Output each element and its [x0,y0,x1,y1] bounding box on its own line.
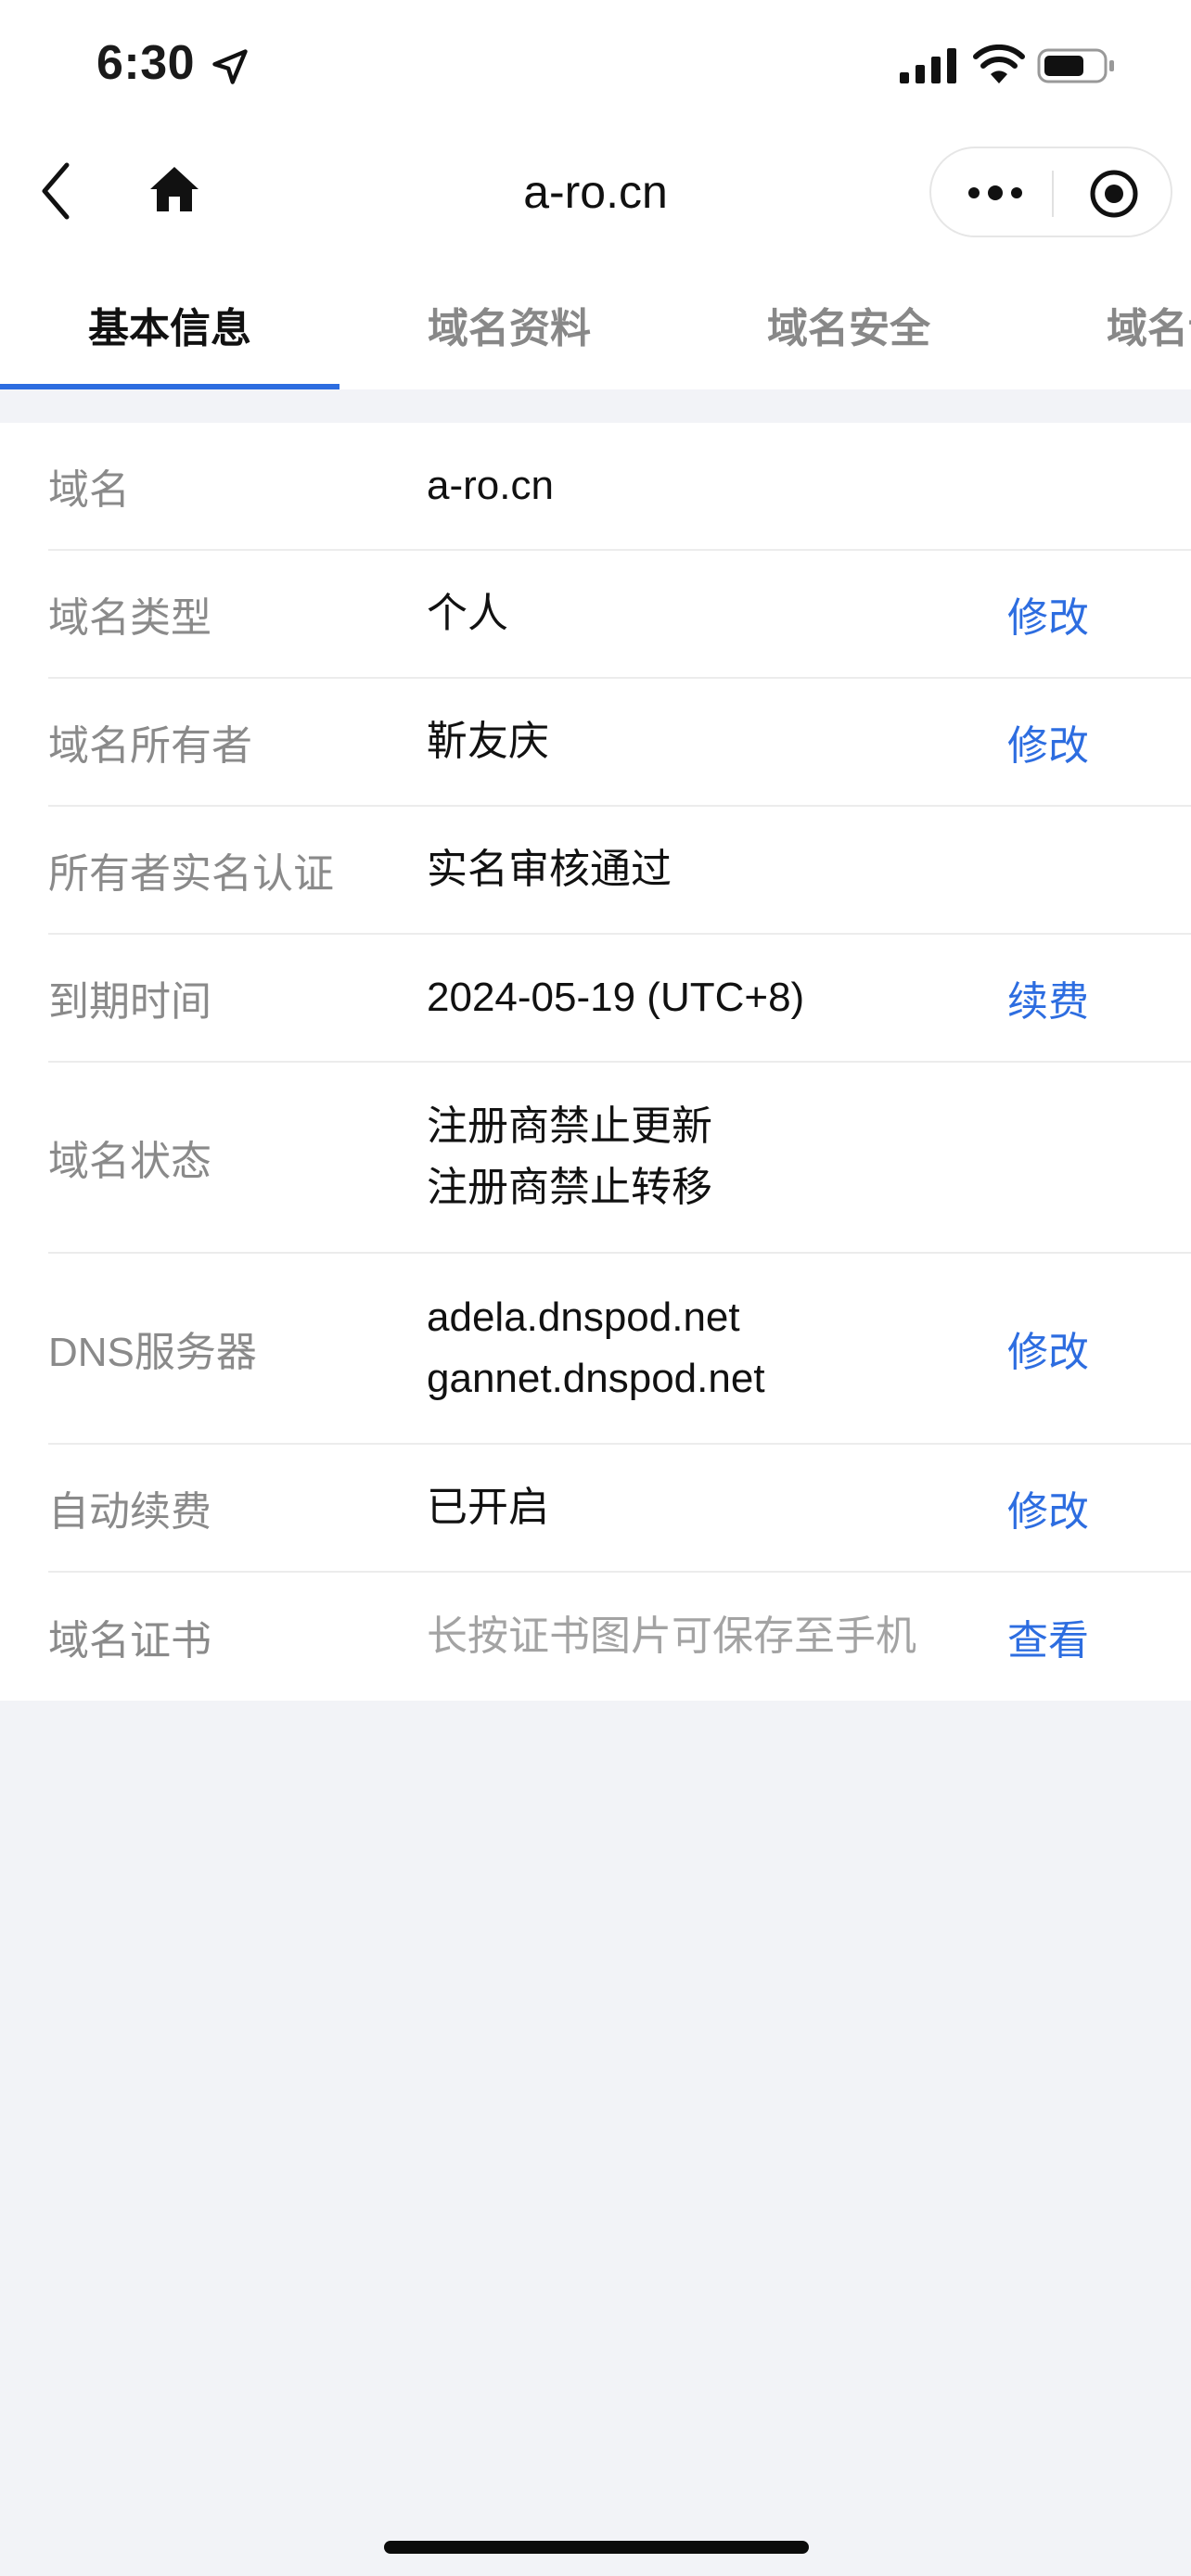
view-certificate-button[interactable]: 查看 [1007,1607,1089,1666]
wifi-icon [973,45,1025,83]
row-label: DNS服务器 [48,1330,257,1375]
cellular-signal-icon [900,48,956,83]
status-line: 注册商禁止转移 [427,1165,712,1210]
nav-bar: a-ro.cn [0,130,1191,260]
edit-type-button[interactable]: 修改 [1007,584,1089,644]
tab-bar: 基本信息 域名资料 域名安全 域名设置 [0,260,1191,389]
row-domain-status: 域名状态 注册商禁止更新 注册商禁止转移 [48,1063,1191,1254]
more-options-icon[interactable] [967,182,1024,204]
row-label: 自动续费 [48,1489,211,1535]
row-label: 域名 [48,467,130,513]
row-label: 域名所有者 [48,723,252,769]
edit-auto-renew-button[interactable]: 修改 [1007,1478,1089,1537]
row-domain: 域名 a-ro.cn [48,423,1191,551]
row-label: 域名证书 [48,1618,211,1664]
edit-dns-button[interactable]: 修改 [1007,1319,1089,1378]
edit-owner-button[interactable]: 修改 [1007,712,1089,772]
row-label: 域名状态 [48,1139,211,1184]
row-value: 实名审核通过 [427,847,672,892]
row-domain-type: 域名类型 个人 修改 [48,551,1191,679]
renew-button[interactable]: 续费 [1007,968,1089,1027]
tab-domain-profile[interactable]: 域名资料 [339,260,679,389]
tab-domain-security[interactable]: 域名安全 [679,260,1018,389]
row-auto-renew: 自动续费 已开启 修改 [48,1445,1191,1573]
status-time: 6:30 [96,36,196,90]
home-indicator[interactable] [384,2541,809,2554]
status-bar: 6:30 [0,0,1191,130]
row-value-multiline: 注册商禁止更新 注册商禁止转移 [427,1096,1191,1218]
domain-info-list: 域名 a-ro.cn 域名类型 个人 修改 域名所有者 靳友庆 修改 所有者实名… [0,423,1191,1701]
row-expiry: 到期时间 2024-05-19 (UTC+8) 续费 [48,935,1191,1063]
screen: 6:30 a-ro.cn 基本信息 域名资料 域名安全 域名 域名 a-ro.c… [0,0,1191,2576]
capsule-divider [1052,171,1054,217]
miniprogram-capsule [929,147,1172,237]
row-owner-verification: 所有者实名认证 实名审核通过 [48,807,1191,935]
location-arrow-icon [212,49,248,84]
tab-basic-info[interactable]: 基本信息 [0,260,339,389]
active-tab-indicator [0,384,339,389]
tab-domain-settings[interactable]: 域名设置 [1018,260,1191,389]
row-value: a-ro.cn [427,463,554,508]
row-dns-servers: DNS服务器 adela.dnspod.net gannet.dnspod.ne… [48,1254,1191,1445]
row-domain-owner: 域名所有者 靳友庆 修改 [48,679,1191,807]
row-domain-certificate: 域名证书 长按证书图片可保存至手机 查看 [48,1573,1191,1701]
battery-icon [1037,48,1114,83]
status-line: 注册商禁止更新 [427,1103,712,1149]
row-label: 到期时间 [48,979,211,1025]
row-label: 域名类型 [48,595,211,641]
close-miniprogram-icon[interactable] [1089,169,1139,219]
row-label: 所有者实名认证 [48,851,334,897]
